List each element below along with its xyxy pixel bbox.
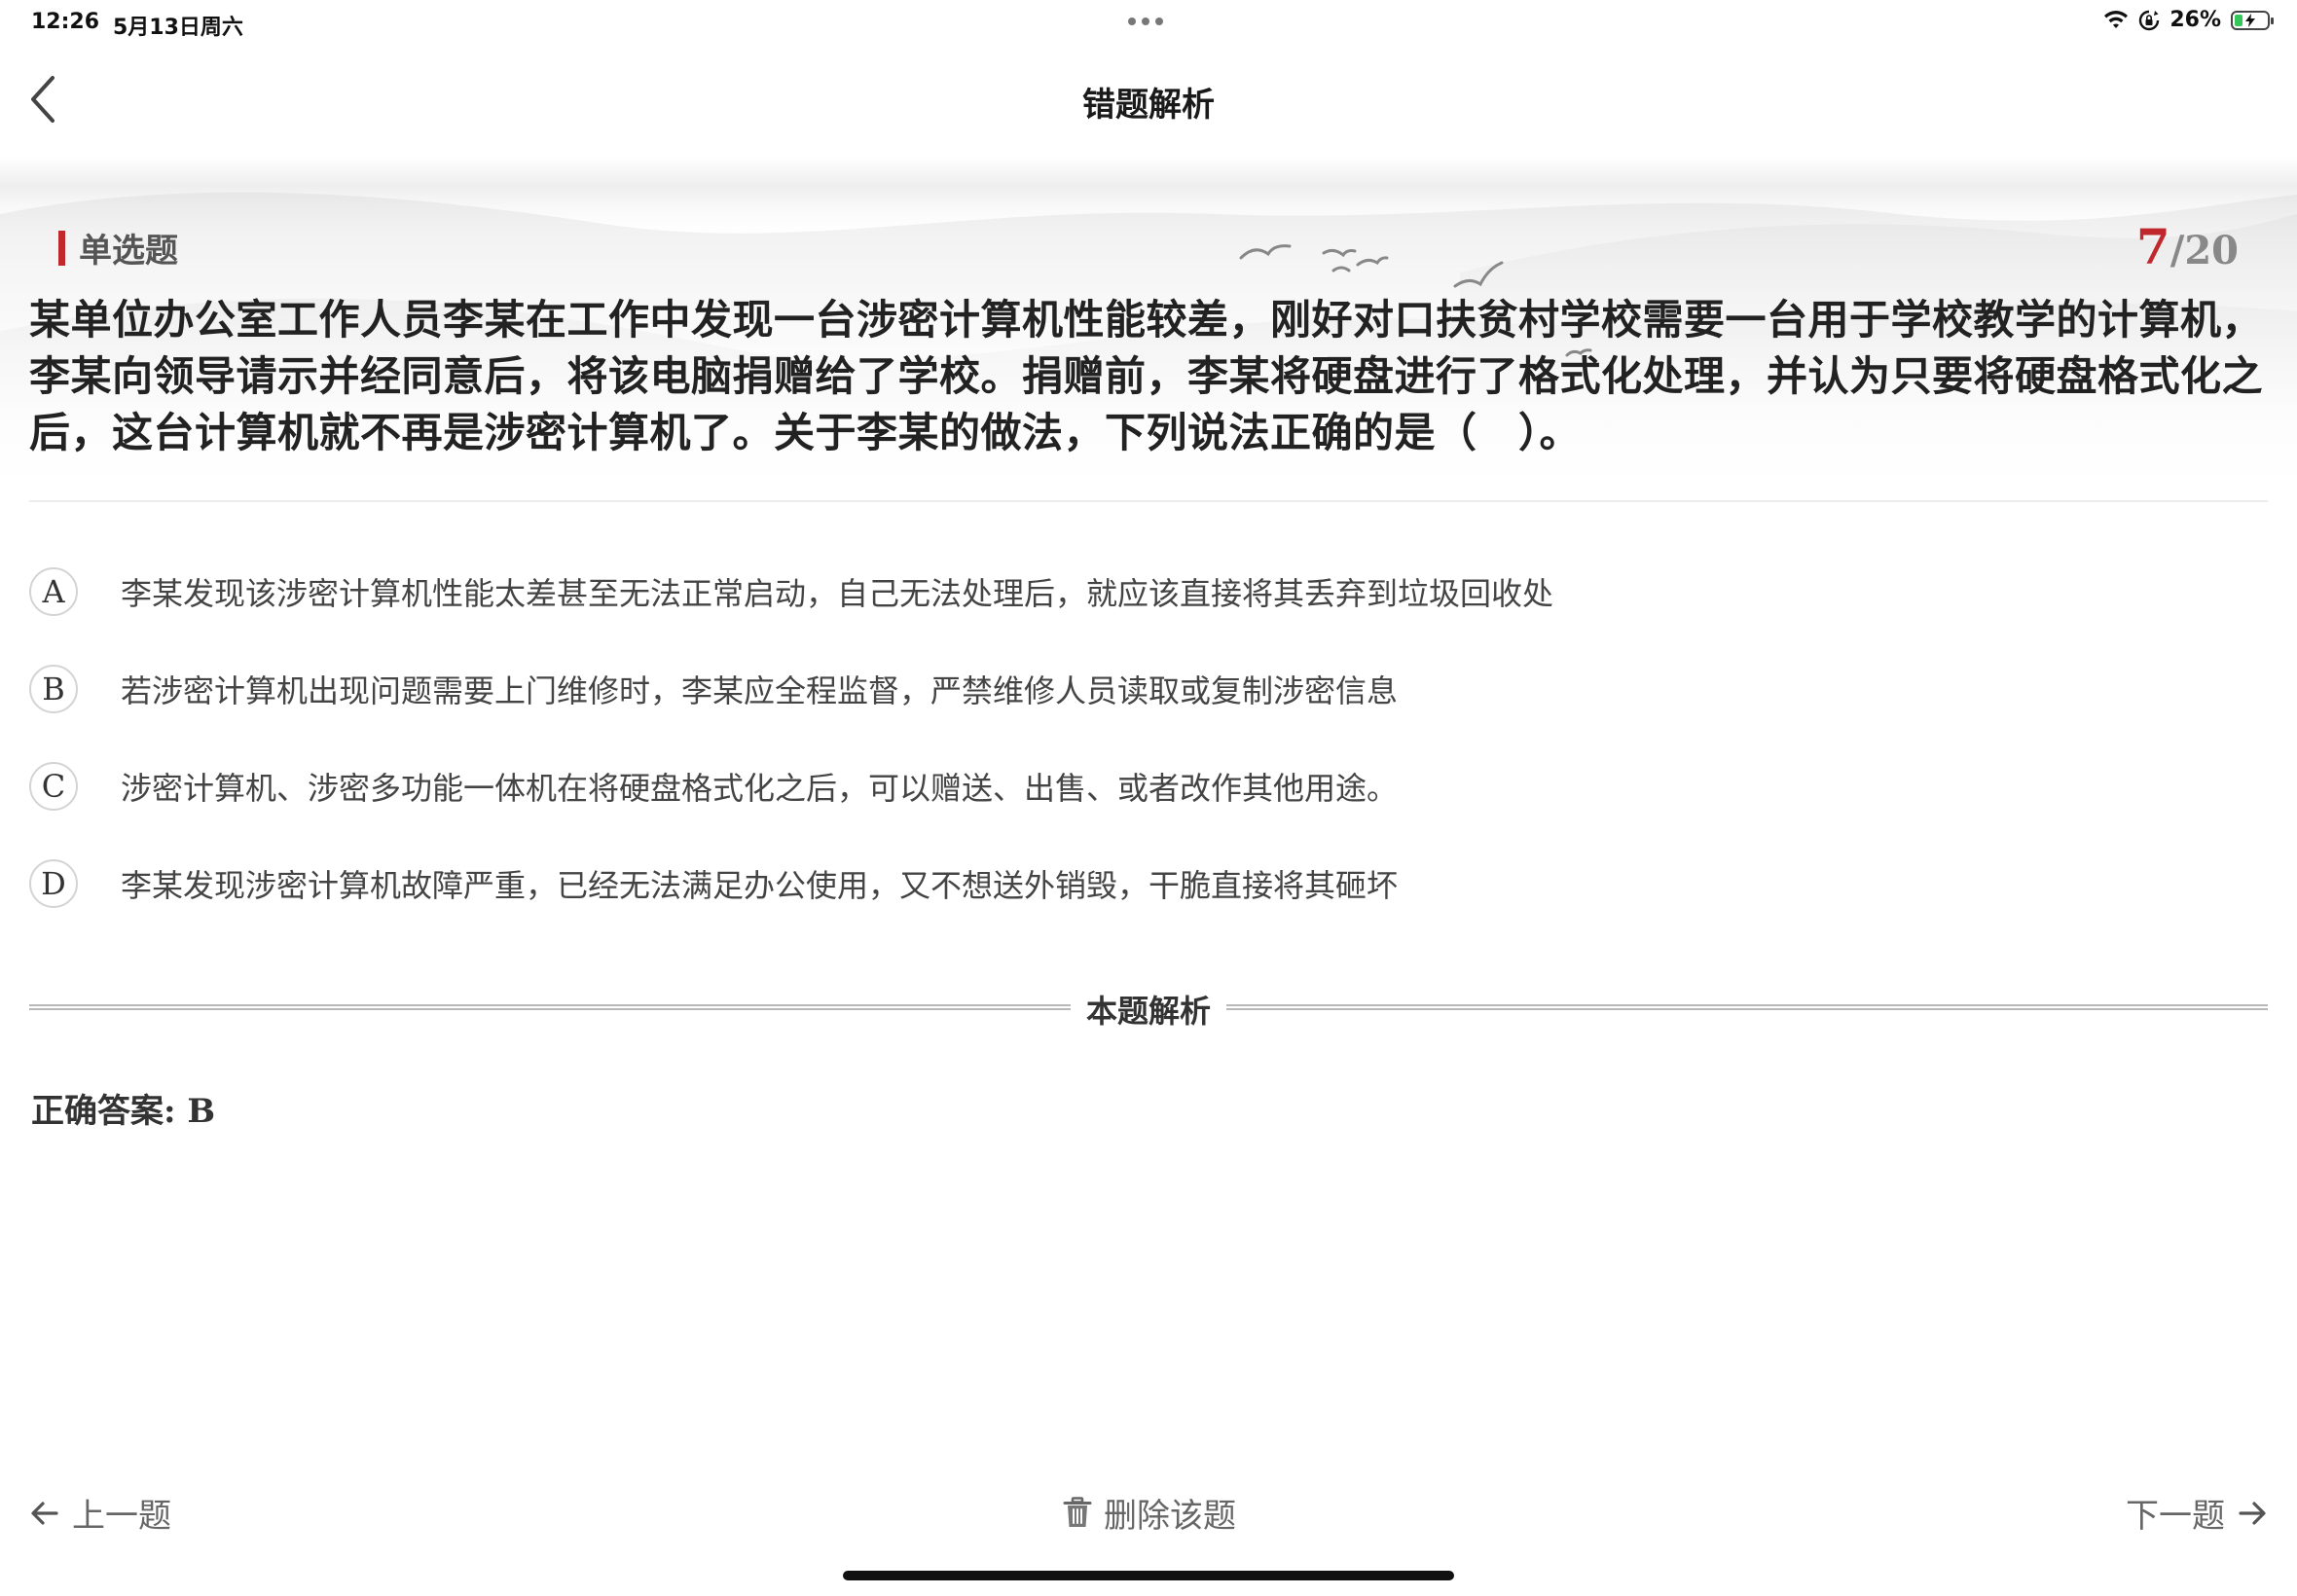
option-letter: D <box>29 859 78 908</box>
orientation-lock-icon <box>2139 10 2160 30</box>
analysis-section-header: 本题解析 <box>29 987 2268 1030</box>
question-current-number: 7 <box>2135 218 2170 275</box>
option-c[interactable]: C 涉密计算机、涉密多功能一体机在将硬盘格式化之后，可以赠送、出售、或者改作其他… <box>29 757 2268 816</box>
prev-question-label: 上一题 <box>72 1497 171 1536</box>
status-date: 5月13日周六 <box>113 16 243 40</box>
option-text: 涉密计算机、涉密多功能一体机在将硬盘格式化之后，可以赠送、出售、或者改作其他用途… <box>121 770 1399 807</box>
option-d[interactable]: D 李某发现涉密计算机故障严重，已经无法满足办公使用，又不想送外销毁，干脆直接将… <box>29 854 2268 913</box>
option-letter: A <box>29 567 78 616</box>
option-b[interactable]: B 若涉密计算机出现问题需要上门维修时，李某应全程监督，严禁维修人员读取或复制涉… <box>29 660 2268 718</box>
correct-answer: 正确答案: B <box>31 1092 216 1131</box>
question-progress: 7/20 <box>2136 218 2239 275</box>
home-indicator[interactable] <box>843 1571 1454 1580</box>
wifi-icon <box>2104 10 2129 28</box>
delete-question-label: 删除该题 <box>1104 1497 1236 1536</box>
question-total: /20 <box>2169 228 2239 273</box>
battery-percent: 26% <box>2169 8 2221 32</box>
battery-charging-icon <box>2231 10 2274 30</box>
next-question-button[interactable]: 下一题 <box>2114 1489 2268 1537</box>
nav-bar: 错题解析 <box>0 47 2297 156</box>
status-bar: 12:26 5月13日周六 26% <box>0 0 2297 47</box>
option-letter: C <box>29 762 78 811</box>
accent-bar <box>58 230 65 266</box>
multitasking-dots-icon[interactable] <box>1128 18 1163 25</box>
options-list: A 李某发现该涉密计算机性能太差甚至无法正常启动，自己无法处理后，就应该直接将其… <box>29 562 2268 952</box>
status-right: 26% <box>2103 8 2274 32</box>
page-title: 错题解析 <box>1082 86 1215 125</box>
question-type: 单选题 <box>58 224 178 272</box>
arrow-left-icon <box>31 1501 58 1525</box>
option-letter: B <box>29 665 78 713</box>
divider <box>29 500 2268 502</box>
option-text: 若涉密计算机出现问题需要上门维修时，李某应全程监督，严禁维修人员读取或复制涉密信… <box>121 672 1399 709</box>
option-text: 李某发现涉密计算机故障严重，已经无法满足办公使用，又不想送外销毁，干脆直接将其砸… <box>121 867 1399 904</box>
prev-question-button[interactable]: 上一题 <box>29 1489 183 1537</box>
option-text: 李某发现该涉密计算机性能太差甚至无法正常启动，自己无法处理后，就应该直接将其丢弃… <box>121 575 1554 612</box>
status-time: 12:26 <box>31 10 100 34</box>
option-a[interactable]: A 李某发现该涉密计算机性能太差甚至无法正常启动，自己无法处理后，就应该直接将其… <box>29 562 2268 621</box>
trash-icon <box>1063 1496 1092 1527</box>
question-type-label: 单选题 <box>79 232 178 271</box>
question-text: 某单位办公室工作人员李某在工作中发现一台涉密计算机性能较差，刚好对口扶贫村学校需… <box>29 296 2264 456</box>
bottom-toolbar: 上一题 删除该题 下一题 <box>0 1479 2297 1547</box>
delete-question-button[interactable]: 删除该题 <box>1063 1489 1248 1537</box>
arrow-right-icon <box>2239 1501 2266 1525</box>
divider <box>1226 1004 2268 1010</box>
next-question-label: 下一题 <box>2126 1497 2225 1536</box>
